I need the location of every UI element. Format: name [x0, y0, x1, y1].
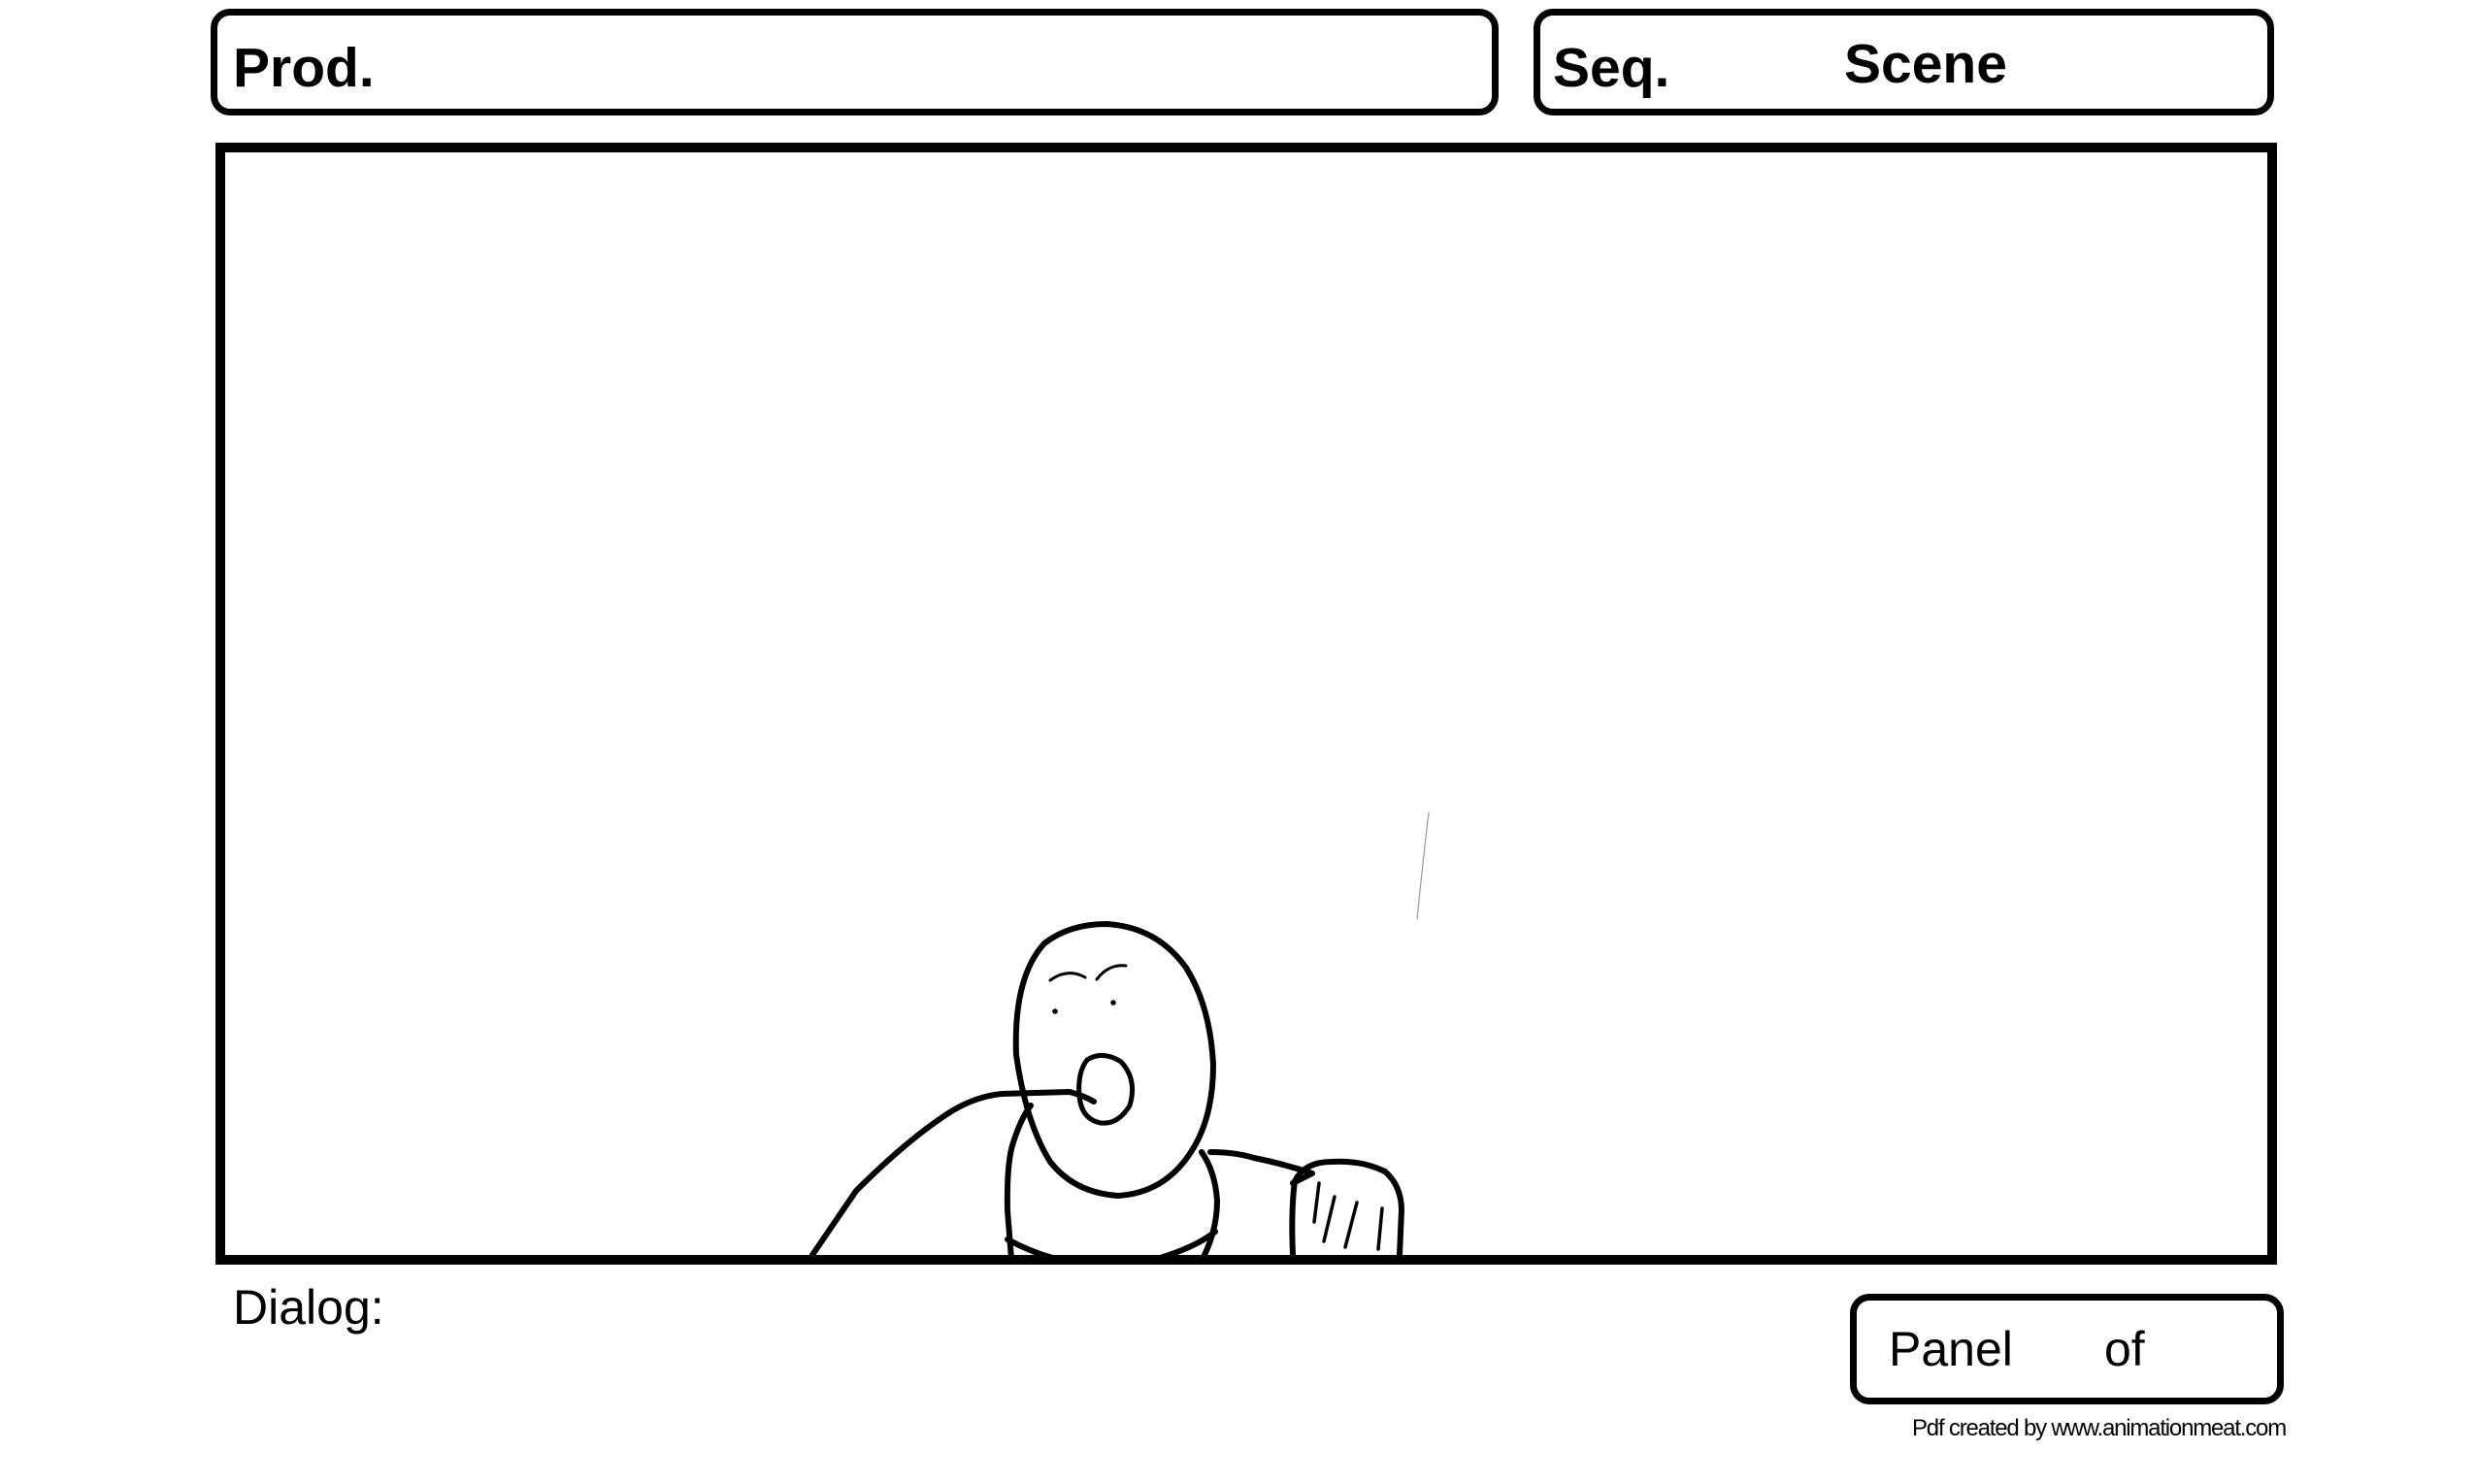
production-field[interactable] — [211, 9, 1499, 115]
panel-label: Panel — [1889, 1322, 2013, 1376]
finger-line — [1312, 1181, 1321, 1224]
finger-line — [1343, 1201, 1359, 1249]
production-label: Prod. — [233, 37, 375, 99]
collar-curve — [1005, 1229, 1218, 1255]
left-shoulder-outline — [809, 1089, 1097, 1255]
mouth — [1076, 1053, 1135, 1126]
right-eye — [1110, 1000, 1116, 1006]
sequence-label: Seq. — [1553, 37, 1670, 99]
credit-text: Pdf created by www.animationmeat.com — [1912, 1415, 2287, 1441]
finger-line — [1376, 1206, 1384, 1251]
left-eye — [1052, 1008, 1058, 1014]
left-brow — [1048, 972, 1087, 982]
storyboard-panel-frame — [215, 143, 2277, 1265]
right-brow — [1095, 964, 1128, 981]
stray-line — [1416, 811, 1430, 920]
character-sketch — [809, 811, 1430, 1255]
panel-of-label: of — [2104, 1322, 2145, 1376]
scene-label: Scene — [1844, 33, 2007, 95]
collar-left — [1004, 1103, 1034, 1255]
dialog-label: Dialog: — [233, 1280, 384, 1335]
finger-line — [1322, 1195, 1336, 1243]
